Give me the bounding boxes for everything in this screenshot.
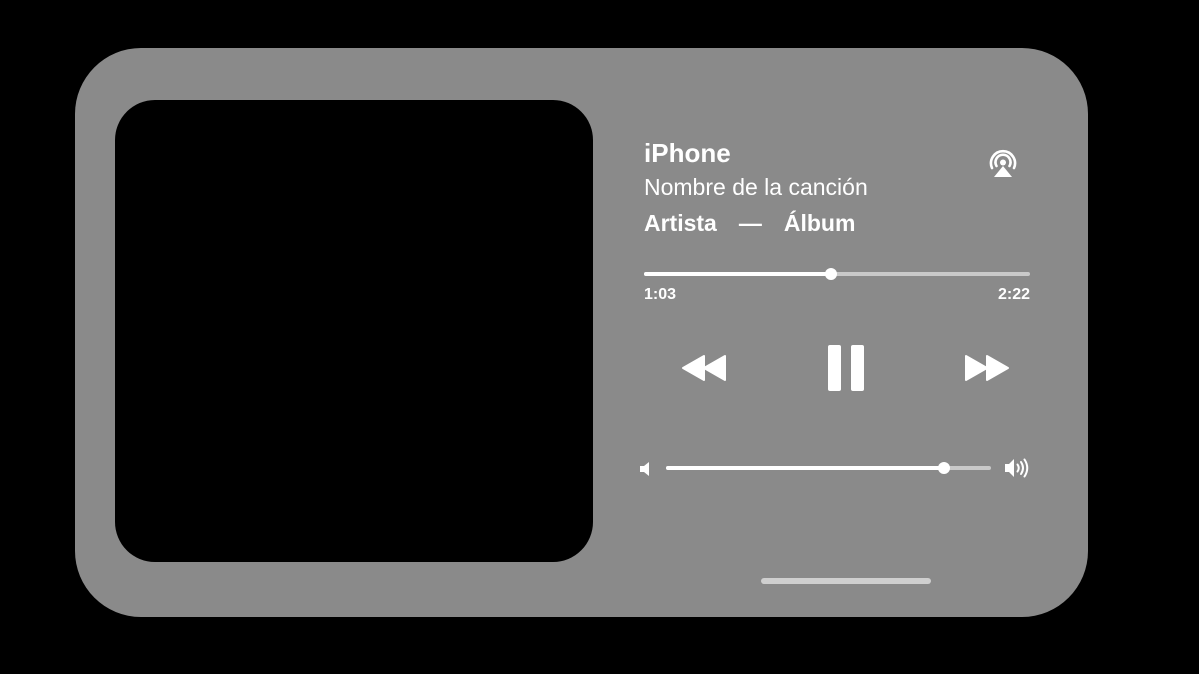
- progress-fill: [644, 272, 832, 276]
- progress-knob[interactable]: [825, 268, 838, 280]
- rewind-button[interactable]: [680, 353, 728, 383]
- volume-knob[interactable]: [937, 462, 950, 474]
- volume-high-indicator: [1004, 457, 1030, 479]
- volume-fill: [666, 466, 944, 470]
- pause-icon: [828, 345, 864, 391]
- rewind-icon: [682, 355, 726, 381]
- fast-forward-button[interactable]: [963, 353, 1011, 383]
- airplay-button[interactable]: [985, 146, 1021, 182]
- speaker-low-icon: [640, 462, 649, 476]
- elapsed-time: 1:03: [644, 286, 677, 303]
- volume-slider[interactable]: [666, 460, 991, 476]
- fast-forward-icon: [965, 355, 1009, 381]
- airplay-icon: [989, 149, 1017, 177]
- home-indicator[interactable]: [761, 578, 931, 584]
- speaker-high-icon: [1005, 458, 1029, 478]
- playback-progress-slider[interactable]: [644, 266, 1030, 282]
- separator: —: [738, 210, 762, 236]
- pause-button[interactable]: [827, 344, 867, 392]
- total-time: 2:22: [997, 286, 1030, 303]
- album-artwork[interactable]: [115, 100, 593, 562]
- device-name: iPhone: [644, 138, 731, 168]
- volume-low-indicator: [639, 461, 653, 477]
- now-playing-widget: iPhone Nombre de la canción Artista — Ál…: [75, 48, 1088, 617]
- artist-name: Artista: [644, 210, 717, 236]
- song-title: Nombre de la canción: [644, 174, 868, 200]
- album-name: Álbum: [783, 210, 856, 236]
- artist-album-line: Artista — Álbum: [644, 210, 855, 237]
